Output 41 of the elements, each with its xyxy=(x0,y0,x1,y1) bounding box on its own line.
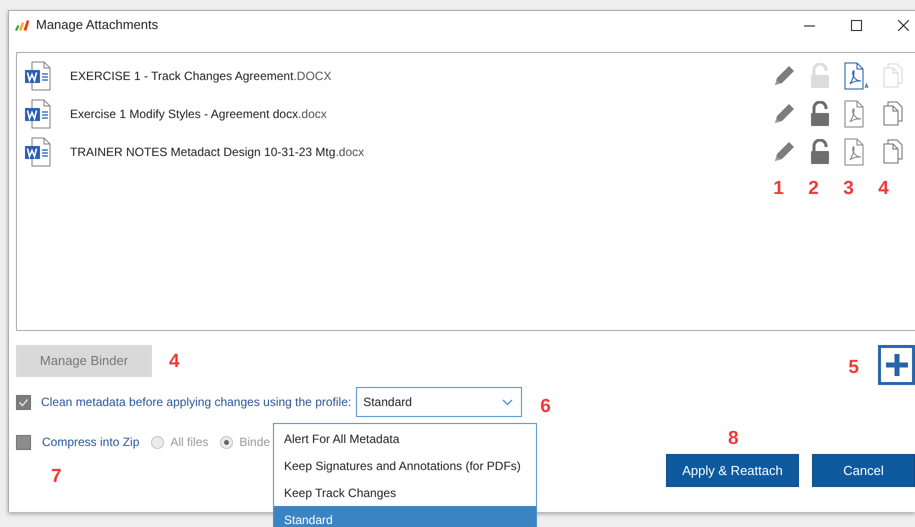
apply-reattach-button[interactable]: Apply & Reattach xyxy=(666,454,799,487)
callout-number: 7 xyxy=(51,467,63,486)
close-icon[interactable] xyxy=(898,20,909,30)
compress-zip-label: Compress into Zip xyxy=(42,434,140,451)
checkbox[interactable] xyxy=(16,394,31,410)
pdf-file-icon[interactable] xyxy=(843,62,869,90)
maximize-icon[interactable] xyxy=(851,20,862,30)
file-name[interactable]: EXERCISE 1 - Track Changes Agreement.DOCX xyxy=(70,67,332,85)
radio-label: Binde xyxy=(239,434,270,451)
radio-label: All files xyxy=(170,434,208,451)
dropdown-option[interactable]: Keep Signatures and Annotations (for PDFs) xyxy=(274,452,536,479)
callout-number: 3 xyxy=(842,179,855,198)
unlocked-padlock-icon[interactable] xyxy=(809,101,831,127)
word-document-icon xyxy=(24,99,52,129)
chevron-down-icon xyxy=(502,398,514,406)
radio-button[interactable] xyxy=(220,436,234,448)
checkmark-icon xyxy=(18,396,29,408)
callout-number: 4 xyxy=(877,179,890,198)
file-name[interactable]: Exercise 1 Modify Styles - Agreement docx.docx xyxy=(70,105,327,123)
dropdown-option[interactable]: Standard xyxy=(274,506,536,527)
unlocked-padlock-icon[interactable] xyxy=(809,139,831,165)
add-button[interactable] xyxy=(878,345,915,385)
profile-dropdown[interactable]: Standard xyxy=(356,387,522,417)
callout-number: 8 xyxy=(728,429,739,448)
clean-metadata-label: Clean metadata before applying changes using the profile: xyxy=(41,394,352,411)
app-logo-icon xyxy=(14,19,31,31)
cancel-button[interactable]: Cancel xyxy=(812,454,915,487)
radio-button[interactable] xyxy=(151,436,164,448)
dropdown-option[interactable]: Alert For All Metadata xyxy=(274,425,536,452)
window-title: Manage Attachments xyxy=(36,16,158,34)
callout-number: 4 xyxy=(169,352,180,370)
word-document-icon xyxy=(24,137,52,167)
dropdown-option[interactable]: Keep Track Changes xyxy=(274,479,536,506)
checkbox[interactable] xyxy=(16,434,31,450)
callout-number: 1 xyxy=(772,179,785,198)
plus-icon xyxy=(884,352,910,378)
callout-number: 2 xyxy=(807,179,820,198)
word-document-icon xyxy=(24,61,52,91)
file-name[interactable]: TRAINER NOTES Metadact Design 10-31-23 Mtg.docx xyxy=(70,143,364,161)
callout-number: 5 xyxy=(848,358,859,376)
callout-number: 6 xyxy=(540,396,551,416)
